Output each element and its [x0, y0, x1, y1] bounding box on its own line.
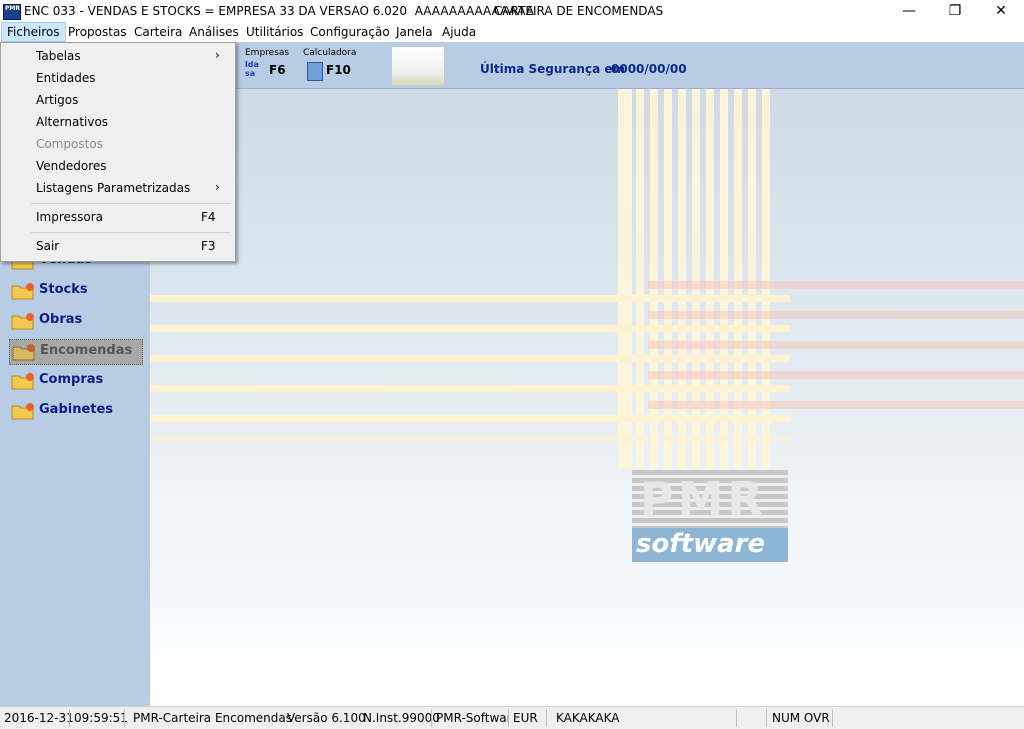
calculator-icon	[307, 62, 323, 81]
menu-janela[interactable]: Janela	[391, 22, 438, 42]
sidebar-item-gabinetes[interactable]: Gabinetes	[9, 399, 141, 423]
logo-pmr-text: PMR	[640, 472, 767, 526]
menu-carteira[interactable]: Carteira	[129, 22, 187, 42]
folder-icon	[11, 373, 34, 390]
sidebar-item-stocks[interactable]: Stocks	[9, 279, 141, 303]
menu-item-label: Impressora	[36, 210, 104, 224]
window-subtitle: CARTEIRA DE ENCOMENDAS	[494, 4, 664, 18]
restore-button[interactable]: ❐	[932, 0, 978, 22]
sidebar-item-encomendas[interactable]: Encomendas	[9, 339, 143, 365]
menu-separator	[31, 232, 231, 233]
ficheiros-dropdown: Tabelas › Entidades Artigos Alternativos…	[0, 42, 236, 262]
menu-item-label: Alternativos	[36, 115, 109, 129]
sidebar-item-label: Stocks	[39, 282, 88, 297]
menu-item-label: Entidades	[36, 71, 96, 85]
app-icon[interactable]: PMR	[3, 4, 21, 20]
menu-item-artigos[interactable]: Artigos	[3, 89, 233, 111]
menu-bar: Ficheiros Propostas Carteira Análises Ut…	[0, 22, 1024, 42]
status-app: PMR-Carteira Encomendas	[133, 711, 292, 725]
empresas-label: Empresas	[245, 48, 290, 58]
menu-item-label: Listagens Parametrizadas	[36, 181, 191, 195]
menu-analises[interactable]: Análises	[184, 22, 244, 42]
menu-item-label: Vendedores	[36, 159, 107, 173]
menu-item-label: Sair	[36, 239, 60, 253]
submenu-arrow-icon: ›	[215, 180, 220, 194]
pmr-software-logo: PMR software	[632, 470, 788, 562]
minimize-button[interactable]: —	[886, 0, 932, 22]
seguranca-value: 0000/00/00	[611, 62, 687, 76]
menu-item-impressora[interactable]: Impressora F4	[3, 206, 233, 228]
folder-icon	[12, 344, 35, 361]
calculadora-label: Calculadora	[303, 48, 357, 58]
status-company: PMR-Software	[436, 711, 508, 725]
status-flags: NUM OVR	[772, 711, 830, 725]
sidebar-item-obras[interactable]: Obras	[9, 309, 141, 333]
sidebar-item-label: Gabinetes	[39, 402, 114, 417]
logo-software-text: software	[636, 529, 766, 559]
window-title: ENC 033 - VENDAS E STOCKS = EMPRESA 33 D…	[24, 4, 534, 18]
empresas-button[interactable]: Empresas lda sa F6	[243, 48, 291, 86]
menu-item-label: Tabelas	[36, 49, 81, 63]
menu-propostas[interactable]: Propostas	[63, 22, 132, 42]
seguranca-label: Última Segurança em	[480, 62, 625, 76]
menu-separator	[31, 203, 231, 204]
menu-ficheiros[interactable]: Ficheiros	[1, 22, 66, 42]
calculadora-key: F10	[326, 63, 351, 77]
status-version: Versão 6.100	[287, 711, 366, 725]
empresas-icon-text: lda sa	[245, 60, 259, 78]
sidebar-item-compras[interactable]: Compras	[9, 369, 141, 393]
menu-item-sair[interactable]: Sair F3	[3, 235, 233, 257]
menu-item-tabelas[interactable]: Tabelas ›	[3, 45, 233, 67]
status-date: 2016-12-31	[4, 711, 74, 725]
status-user: KAKAKAKA	[556, 711, 620, 725]
folder-icon	[11, 403, 34, 420]
app-icon-text: PMR	[5, 5, 20, 12]
status-time: 09:59:51	[74, 711, 128, 725]
menu-item-compostos: Compostos	[3, 133, 233, 155]
menu-item-alternativos[interactable]: Alternativos	[3, 111, 233, 133]
menu-item-shortcut: F3	[201, 239, 216, 253]
status-inst: N.Inst.99000	[363, 711, 440, 725]
title-bar: PMR ENC 033 - VENDAS E STOCKS = EMPRESA …	[0, 0, 1024, 22]
status-bar: 2016-12-31 09:59:51 PMR-Carteira Encomen…	[0, 706, 1024, 729]
menu-item-entidades[interactable]: Entidades	[3, 67, 233, 89]
menu-item-vendedores[interactable]: Vendedores	[3, 155, 233, 177]
empresas-icon: lda sa	[245, 60, 267, 80]
menu-item-label: Compostos	[36, 137, 103, 151]
menu-item-label: Artigos	[36, 93, 79, 107]
menu-item-shortcut: F4	[201, 210, 216, 224]
folder-icon	[11, 283, 34, 300]
menu-ajuda[interactable]: Ajuda	[437, 22, 481, 42]
menu-item-listagens[interactable]: Listagens Parametrizadas ›	[3, 177, 233, 199]
calculadora-button[interactable]: Calculadora F10	[303, 48, 363, 86]
status-currency: EUR	[513, 711, 538, 725]
menu-utilitarios[interactable]: Utilitários	[241, 22, 308, 42]
logo-pmr: PMR	[632, 470, 788, 528]
folder-icon	[11, 313, 34, 330]
main-area: PMR software	[150, 89, 1024, 706]
sidebar-item-label: Compras	[39, 372, 104, 387]
close-button[interactable]: ✕	[978, 0, 1024, 22]
menu-configuracao[interactable]: Configuração	[305, 22, 395, 42]
toolbar-image	[391, 46, 445, 86]
logo-software: software	[632, 528, 788, 562]
sidebar-item-label: Encomendas	[40, 343, 133, 358]
empresas-key: F6	[269, 63, 286, 77]
sidebar-item-label: Obras	[39, 312, 83, 327]
submenu-arrow-icon: ›	[215, 48, 220, 62]
